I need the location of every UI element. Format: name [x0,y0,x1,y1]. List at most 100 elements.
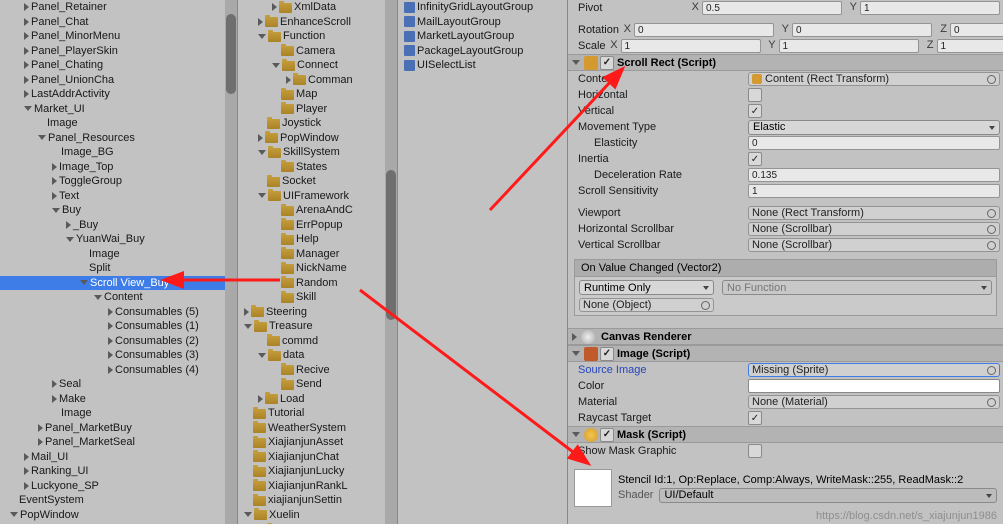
hierarchy-item[interactable]: Panel_MinorMenu [0,29,225,44]
horizontal-checkbox[interactable] [748,88,762,102]
hierarchy-item[interactable]: Consumables (4) [0,363,225,378]
scale-y-input[interactable] [779,39,919,53]
hierarchy-item[interactable]: LastAddrActivity [0,87,225,102]
viewport-field[interactable]: None (Rect Transform) [748,206,1000,220]
foldout-icon[interactable] [286,76,291,84]
project-folder-item[interactable]: Player [238,102,385,117]
project-folder-item[interactable]: XiajianjunChat [238,450,385,465]
source-image-field[interactable]: Missing (Sprite) [748,363,1000,377]
foldout-icon[interactable] [272,63,280,68]
foldout-icon[interactable] [258,353,266,358]
project-scrollbar[interactable] [385,0,397,524]
hierarchy-item[interactable]: YuanWai_Buy [0,232,225,247]
foldout-icon[interactable] [52,163,57,171]
project-folder-item[interactable]: Comman [238,73,385,88]
foldout-icon[interactable] [244,324,252,329]
hierarchy-item[interactable]: Panel_MarketSeal [0,435,225,450]
foldout-icon[interactable] [272,3,277,11]
foldout-icon[interactable] [258,34,266,39]
foldout-icon[interactable] [24,47,29,55]
foldout-icon[interactable] [24,467,29,475]
hierarchy-item[interactable]: Consumables (3) [0,348,225,363]
project-folder-item[interactable]: Joystick [238,116,385,131]
project-folder-item[interactable]: PopWindow [238,131,385,146]
shader-dropdown[interactable]: UI/Default [659,488,997,503]
source-image-label[interactable]: Source Image [578,364,748,376]
enable-checkbox[interactable] [600,428,614,442]
project-folder-item[interactable]: XmlData [238,0,385,15]
project-folder-item[interactable]: SkillSystem [238,145,385,160]
hierarchy-item[interactable]: Luckyone_SP [0,479,225,494]
foldout-icon[interactable] [52,208,60,213]
foldout-icon[interactable] [108,366,113,374]
show-mask-checkbox[interactable] [748,444,762,458]
foldout-icon[interactable] [66,237,74,242]
project-folder-item[interactable]: UIFramework [238,189,385,204]
project-folder-item[interactable]: xiajianjunSettin [238,493,385,508]
foldout-icon[interactable] [24,482,29,490]
project-folder-item[interactable]: Random [238,276,385,291]
project-folder-item[interactable]: Recive [238,363,385,378]
project-folder-item[interactable]: WeatherSystem [238,421,385,436]
hierarchy-item[interactable]: PopWindow [0,508,225,523]
hierarchy-scrollbar[interactable] [225,0,237,524]
foldout-icon[interactable] [24,18,29,26]
foldout-icon[interactable] [258,395,263,403]
project-folder-item[interactable]: Connect [238,58,385,73]
foldout-icon[interactable] [38,135,46,140]
hierarchy-item[interactable]: Image [0,247,225,262]
hierarchy-item[interactable]: Consumables (1) [0,319,225,334]
event-object-field[interactable]: None (Object) [579,298,714,312]
project-folder-item[interactable]: ArenaAndC [238,203,385,218]
content-field[interactable]: Content (Rect Transform) [748,72,1000,86]
project-folder-item[interactable]: EnhanceScroll [238,15,385,30]
material-field[interactable]: None (Material) [748,395,1000,409]
hierarchy-item[interactable]: Panel_UnionCha [0,73,225,88]
hierarchy-item[interactable]: Mail_UI [0,450,225,465]
elasticity-input[interactable] [748,136,1000,150]
pivot-y-input[interactable] [860,1,1000,15]
hierarchy-item[interactable]: Scroll View_Buy [0,276,225,291]
hierarchy-item[interactable]: Content [0,290,225,305]
pivot-x-input[interactable] [702,1,842,15]
hierarchy-item[interactable]: Text [0,189,225,204]
hierarchy-item[interactable]: Split [0,261,225,276]
vscrollbar-field[interactable]: None (Scrollbar) [748,238,1000,252]
project-folder-item[interactable]: Send [238,377,385,392]
project-folder-item[interactable]: States [238,160,385,175]
foldout-icon[interactable] [258,150,266,155]
raycast-checkbox[interactable] [748,411,762,425]
project-folder-item[interactable]: Socket [238,174,385,189]
foldout-icon[interactable] [24,453,29,461]
project-folder-item[interactable]: Manager [238,247,385,262]
hierarchy-item[interactable]: Seal [0,377,225,392]
foldout-icon[interactable] [52,177,57,185]
foldout-icon[interactable] [80,280,88,285]
hscrollbar-field[interactable]: None (Scrollbar) [748,222,1000,236]
event-runtime-dropdown[interactable]: Runtime Only [579,280,714,295]
foldout-icon[interactable] [108,351,113,359]
project-folder-item[interactable]: data [238,348,385,363]
scale-z-input[interactable] [937,39,1003,53]
vertical-checkbox[interactable] [748,104,762,118]
rot-z-input[interactable] [950,23,1003,37]
hierarchy-item[interactable]: Image_BG [0,145,225,160]
foldout-icon[interactable] [52,380,57,388]
project-folder-item[interactable]: NickName [238,261,385,276]
foldout-icon[interactable] [38,438,43,446]
foldout-icon[interactable] [52,192,57,200]
canvas-renderer-header[interactable]: Canvas Renderer [568,328,1003,345]
foldout-icon[interactable] [244,512,252,517]
rot-x-input[interactable] [634,23,774,37]
project-folder-item[interactable]: Map [238,87,385,102]
hierarchy-item[interactable]: Consumables (5) [0,305,225,320]
scale-x-input[interactable] [621,39,761,53]
project-folder-item[interactable]: XiajianjunRankL [238,479,385,494]
project-folder-item[interactable]: Help [238,232,385,247]
foldout-icon[interactable] [24,61,29,69]
movement-type-dropdown[interactable]: Elastic [748,120,1000,135]
foldout-icon[interactable] [52,395,57,403]
project-folder-item[interactable]: Skill [238,290,385,305]
project-folder-item[interactable]: Function [238,29,385,44]
hierarchy-item[interactable]: Panel_Resources [0,131,225,146]
